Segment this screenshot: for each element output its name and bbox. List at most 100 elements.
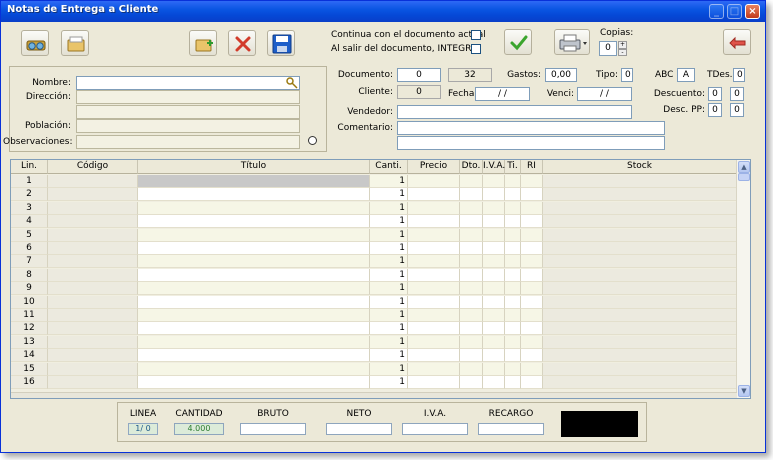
scroll-down-icon[interactable]: ▼ [738,385,750,397]
copies-up-arrow-icon[interactable]: + [618,41,627,49]
cell-title[interactable] [138,362,370,376]
cell-stock[interactable] [543,295,737,309]
cell-type[interactable] [505,228,521,242]
cell-ri[interactable] [521,335,543,349]
cell-ri[interactable] [521,242,543,255]
cell-discount[interactable] [460,295,483,309]
cell-ri[interactable] [521,268,543,282]
cell-code[interactable] [48,188,138,202]
minimize-button[interactable]: _ [709,4,724,19]
descpp-input-2[interactable]: 0 [730,103,744,117]
cell-code[interactable] [48,215,138,229]
scroll-up-icon[interactable]: ▲ [738,161,750,173]
cell-type[interactable] [505,255,521,269]
type-input[interactable]: 0 [621,68,633,82]
cell-code[interactable] [48,349,138,363]
column-header-code[interactable]: Código [48,160,138,174]
cell-discount[interactable] [460,362,483,376]
cell-vat[interactable] [483,335,505,349]
cell-stock[interactable] [543,201,737,215]
continue-document-checkbox[interactable] [471,30,481,40]
cell-title[interactable] [138,309,370,322]
cell-ri[interactable] [521,376,543,389]
address-line2-input[interactable] [76,105,300,119]
cell-type[interactable] [505,322,521,336]
cell-qty[interactable]: 1 [370,228,408,242]
cell-code[interactable] [48,268,138,282]
exit-button[interactable] [723,29,751,55]
cell-price[interactable] [408,322,460,336]
cell-title[interactable] [138,349,370,363]
cell-line[interactable]: 5 [11,228,48,242]
column-header-qty[interactable]: Canti. [370,160,408,174]
cell-title[interactable] [138,295,370,309]
integra-on-exit-checkbox[interactable] [471,44,481,54]
cell-stock[interactable] [543,322,737,336]
cell-line[interactable]: 8 [11,268,48,282]
document-input[interactable]: 0 [397,68,441,82]
cell-ri[interactable] [521,309,543,322]
copies-down-arrow-icon[interactable]: - [618,49,627,56]
cell-discount[interactable] [460,282,483,296]
date-input[interactable]: / / [475,87,530,101]
cell-qty[interactable]: 1 [370,376,408,389]
cell-type[interactable] [505,349,521,363]
cell-line[interactable]: 4 [11,215,48,229]
tdes-input[interactable]: 0 [733,68,745,82]
cell-vat[interactable] [483,282,505,296]
address-input[interactable] [76,90,300,104]
cell-type[interactable] [505,242,521,255]
cell-ri[interactable] [521,255,543,269]
cell-title[interactable] [138,201,370,215]
cell-vat[interactable] [483,268,505,282]
cell-qty[interactable]: 1 [370,215,408,229]
key-search-icon[interactable] [286,77,298,89]
cell-discount[interactable] [460,242,483,255]
city-input[interactable] [76,119,300,133]
cell-qty[interactable]: 1 [370,322,408,336]
cell-line[interactable]: 16 [11,376,48,389]
cell-ri[interactable] [521,282,543,296]
cell-price[interactable] [408,255,460,269]
cell-vat[interactable] [483,215,505,229]
new-document-button[interactable] [189,30,217,56]
cell-line[interactable]: 12 [11,322,48,336]
cell-vat[interactable] [483,376,505,389]
cell-stock[interactable] [543,335,737,349]
cell-discount[interactable] [460,228,483,242]
cell-price[interactable] [408,201,460,215]
cell-price[interactable] [408,349,460,363]
cell-title[interactable] [138,175,370,188]
cell-type[interactable] [505,335,521,349]
cell-discount[interactable] [460,335,483,349]
cell-discount[interactable] [460,268,483,282]
cell-price[interactable] [408,376,460,389]
cell-stock[interactable] [543,282,737,296]
open-document-button[interactable] [61,30,89,56]
discount-input-1[interactable]: 0 [708,87,722,101]
cell-line[interactable]: 14 [11,349,48,363]
cell-ri[interactable] [521,228,543,242]
cell-vat[interactable] [483,349,505,363]
cell-line[interactable]: 10 [11,295,48,309]
cell-type[interactable] [505,282,521,296]
cell-price[interactable] [408,242,460,255]
seller-input[interactable] [397,105,632,119]
cell-type[interactable] [505,268,521,282]
cell-title[interactable] [138,188,370,202]
cell-price[interactable] [408,215,460,229]
cell-title[interactable] [138,228,370,242]
cell-type[interactable] [505,201,521,215]
cell-discount[interactable] [460,188,483,202]
column-header-line[interactable]: Lin. [11,160,48,174]
cell-code[interactable] [48,322,138,336]
cell-ri[interactable] [521,295,543,309]
cell-line[interactable]: 1 [11,175,48,188]
column-header-vat[interactable]: I.V.A. [483,160,505,174]
cell-line[interactable]: 7 [11,255,48,269]
delete-document-button[interactable] [228,30,256,56]
cell-code[interactable] [48,376,138,389]
cell-type[interactable] [505,362,521,376]
cell-discount[interactable] [460,349,483,363]
column-header-price[interactable]: Precio [408,160,460,174]
